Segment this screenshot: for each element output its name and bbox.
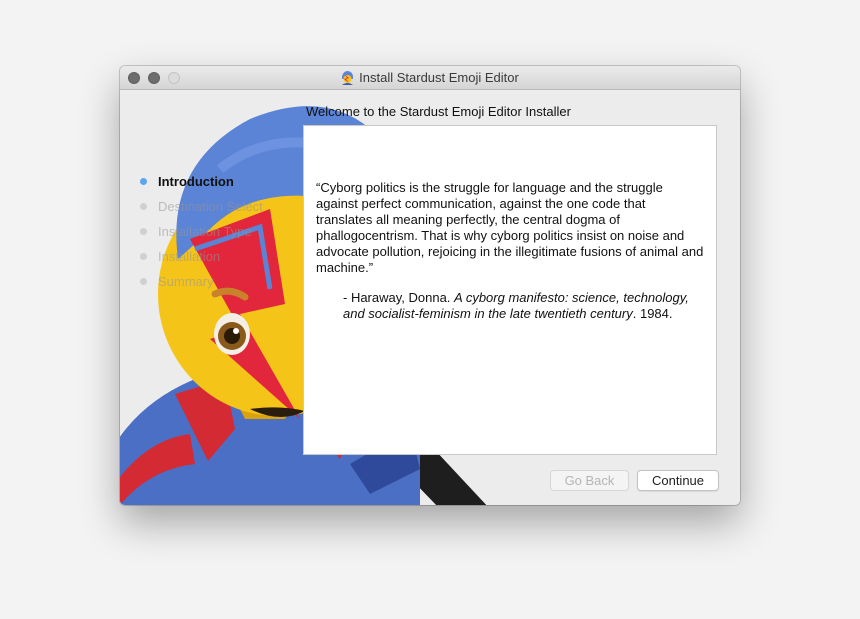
introduction-panel[interactable]: “Cyborg politics is the struggle for lan…	[303, 125, 717, 455]
installer-content: Introduction Destination Select Installa…	[120, 89, 740, 505]
step-installation: Installation	[140, 244, 263, 269]
step-summary: Summary	[140, 269, 263, 294]
citation-prefix: - Haraway, Donna.	[343, 290, 455, 305]
step-label: Introduction	[158, 174, 234, 189]
step-label: Installation	[158, 249, 221, 264]
stardust-person-emoji-icon	[341, 70, 354, 85]
step-label: Destination Select	[158, 199, 263, 214]
page-heading: Welcome to the Stardust Emoji Editor Ins…	[306, 104, 571, 119]
step-label: Installation Type	[158, 224, 252, 239]
step-label: Summary	[158, 274, 214, 289]
step-destination-select: Destination Select	[140, 194, 263, 219]
window-title: Install Stardust Emoji Editor	[359, 70, 519, 85]
step-indicator-dot	[140, 178, 147, 185]
step-indicator-dot	[140, 203, 147, 210]
step-installation-type: Installation Type	[140, 219, 263, 244]
citation: - Haraway, Donna. A cyborg manifesto: sc…	[343, 290, 704, 322]
title-bar[interactable]: Install Stardust Emoji Editor	[120, 66, 740, 90]
step-indicator-dot	[140, 278, 147, 285]
manifesto-quote: “Cyborg politics is the struggle for lan…	[316, 180, 704, 275]
installer-window: Install Stardust Emoji Editor Introducti…	[120, 66, 740, 505]
window-title-group: Install Stardust Emoji Editor	[120, 66, 740, 89]
step-indicator-dot	[140, 228, 147, 235]
installer-steps: Introduction Destination Select Installa…	[140, 169, 263, 294]
step-indicator-dot	[140, 253, 147, 260]
step-introduction: Introduction	[140, 169, 263, 194]
citation-suffix: . 1984.	[632, 306, 673, 321]
continue-button[interactable]: Continue	[637, 470, 719, 491]
go-back-button[interactable]: Go Back	[550, 470, 629, 491]
